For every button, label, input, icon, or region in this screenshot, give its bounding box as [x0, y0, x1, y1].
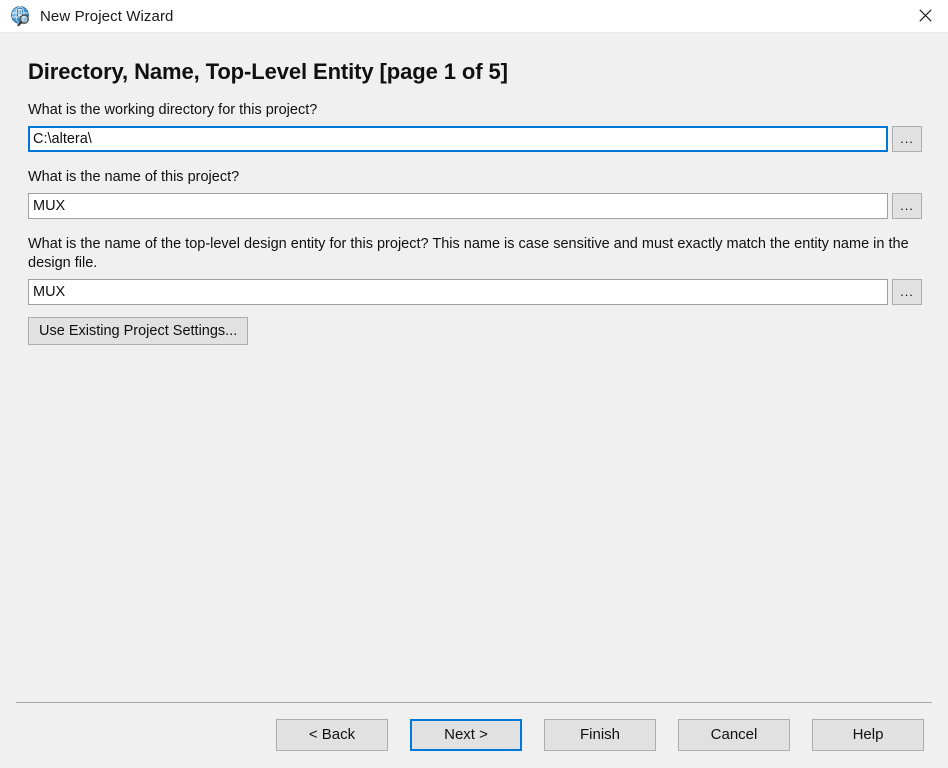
close-icon[interactable] [902, 0, 948, 31]
titlebar: II New Project Wizard [0, 0, 948, 33]
dialog-footer: < Back Next > Finish Cancel Help [0, 696, 948, 768]
working-directory-input[interactable] [28, 125, 888, 152]
svg-text:II: II [18, 9, 22, 16]
field-row-top-level-entity: ... [28, 278, 922, 305]
field-question-working-directory: What is the working directory for this p… [28, 102, 318, 119]
window-title: New Project Wizard [40, 7, 174, 25]
project-name-input[interactable] [28, 192, 888, 219]
browse-working-directory-button[interactable]: ... [892, 125, 922, 152]
new-project-wizard-dialog: II New Project Wizard Directory, Name, T… [0, 0, 948, 768]
field-question-top-level-entity: What is the name of the top-level design… [28, 235, 909, 272]
footer-button-bar: < Back Next > Finish Cancel Help [0, 719, 932, 751]
field-question-project-name: What is the name of this project? [28, 168, 240, 185]
page-title: Directory, Name, Top-Level Entity [page … [28, 59, 508, 84]
finish-button[interactable]: Finish [544, 719, 656, 751]
dialog-body: Directory, Name, Top-Level Entity [page … [0, 33, 948, 696]
browse-project-name-button[interactable]: ... [892, 192, 922, 219]
top-level-entity-input[interactable] [28, 278, 888, 305]
back-button[interactable]: < Back [276, 719, 388, 751]
quartus-wizard-icon: II [10, 5, 32, 27]
use-existing-project-settings-button[interactable]: Use Existing Project Settings... [28, 316, 249, 345]
footer-separator [16, 702, 932, 703]
next-button[interactable]: Next > [410, 719, 522, 751]
cancel-button[interactable]: Cancel [678, 719, 790, 751]
close-x-glyph [918, 9, 932, 22]
help-button[interactable]: Help [812, 719, 924, 751]
field-row-working-directory: ... [28, 125, 922, 152]
field-row-project-name: ... [28, 192, 922, 219]
browse-top-level-entity-button[interactable]: ... [892, 278, 922, 305]
